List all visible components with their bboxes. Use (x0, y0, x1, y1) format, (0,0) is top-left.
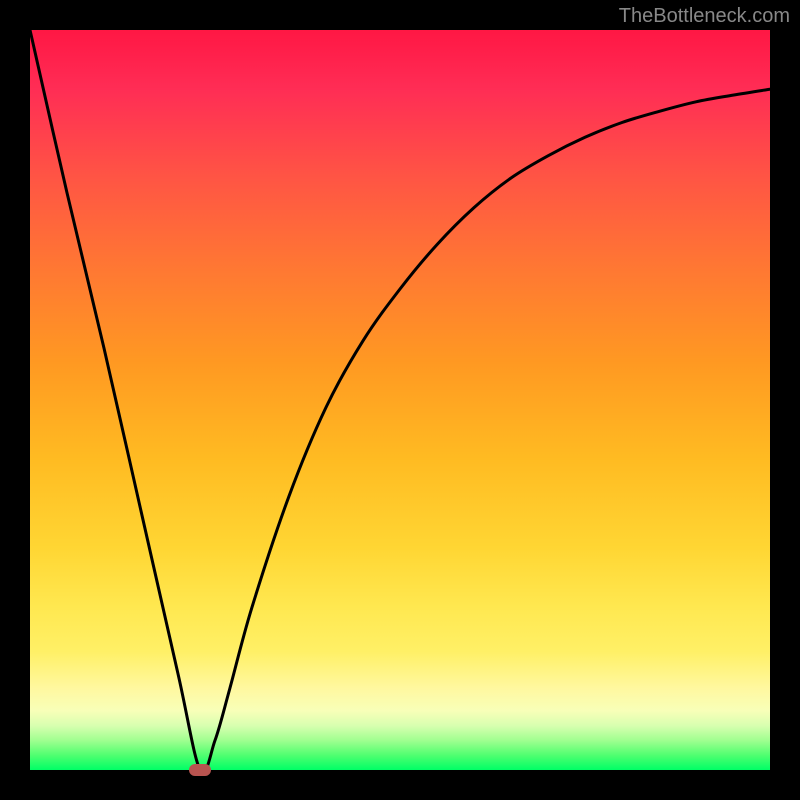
chart-container: TheBottleneck.com (0, 0, 800, 800)
curve-svg (30, 30, 770, 770)
optimal-point-marker (189, 764, 211, 776)
watermark-text: TheBottleneck.com (619, 5, 790, 28)
plot-area (30, 30, 770, 770)
bottleneck-curve (30, 30, 770, 770)
